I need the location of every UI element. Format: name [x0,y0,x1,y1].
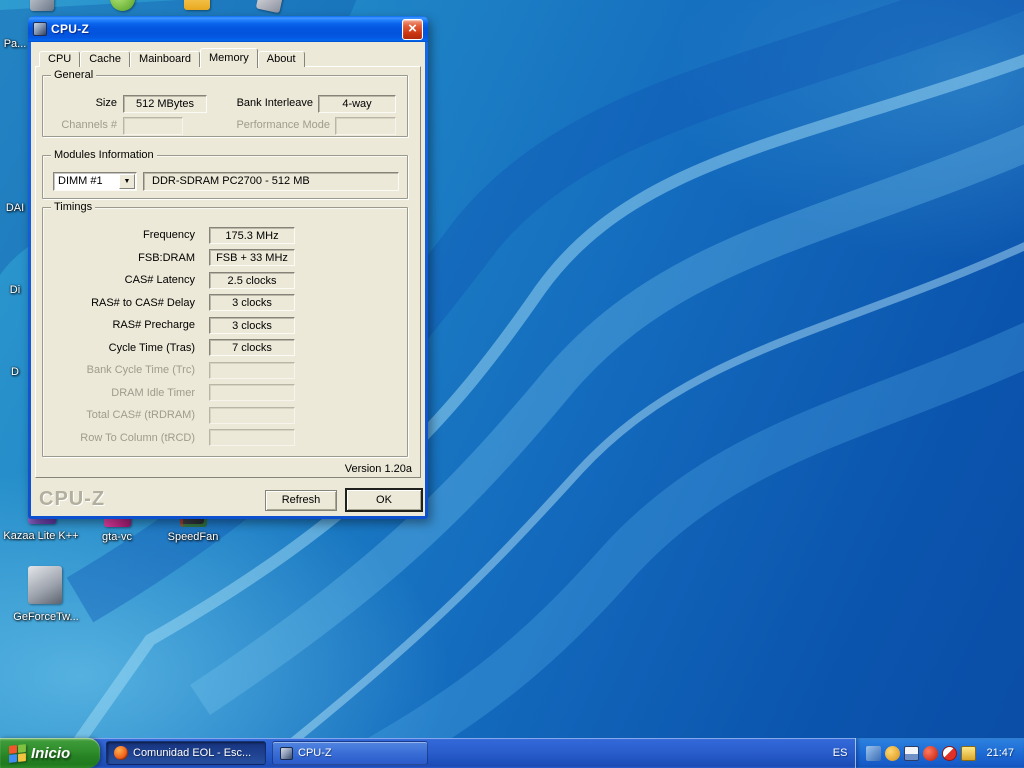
tray-antivirus-icon[interactable] [923,746,938,761]
window-body: CPU Cache Mainboard Memory About General… [31,42,425,516]
desktop-icon-label-partial[interactable]: Pa... [0,38,30,51]
taskbar: Inicio Comunidad EOL - Esc... CPU-Z ES 2… [0,738,1024,768]
timing-label: DRAM Idle Timer [49,387,195,399]
language-indicator[interactable]: ES [825,747,856,759]
timing-row-frequency: Frequency 175.3 MHz [49,224,407,247]
channels-field [123,117,183,135]
system-tray: 21:47 [855,738,1024,768]
timing-row-row-to-column: Row To Column (tRCD) [49,427,407,450]
modules-legend: Modules Information [51,149,157,162]
performance-mode-field [335,117,396,135]
timing-row-cycle-time: Cycle Time (Tras) 7 clocks [49,337,407,360]
timing-rows: Frequency 175.3 MHz FSB:DRAM FSB + 33 MH… [43,208,407,456]
general-group: General Size 512 MBytes Bank Interleave … [42,75,408,137]
desktop-icon-label-partial[interactable]: Di [0,284,30,297]
dimm-selected-value: DIMM #1 [54,174,118,189]
start-button[interactable]: Inicio [0,738,100,768]
timing-label: RAS# Precharge [49,319,195,331]
timings-group: Timings Frequency 175.3 MHz FSB:DRAM FSB… [42,207,408,457]
task-label: Comunidad EOL - Esc... [133,747,251,759]
tab-cpu[interactable]: CPU [39,51,80,67]
close-button[interactable] [402,19,423,40]
tray-display-icon[interactable] [904,746,919,761]
bank-interleave-label: Bank Interleave [209,95,313,112]
timing-label: Bank Cycle Time (Trc) [49,364,195,376]
chevron-down-icon[interactable] [119,174,135,189]
timing-row-dram-idle-timer: DRAM Idle Timer [49,382,407,405]
geforce-tweak-icon[interactable] [28,566,62,604]
tab-strip: CPU Cache Mainboard Memory About [39,48,305,68]
cpuz-app-icon [33,22,47,36]
browser-icon [114,746,128,760]
channels-label: Channels # [47,117,117,134]
timing-field: 175.3 MHz [209,227,295,244]
timing-label: CAS# Latency [49,274,195,286]
timing-field: 3 clocks [209,294,295,311]
gta-vc-icon-label[interactable]: gta-vc [77,531,157,544]
windows-logo-icon [9,744,26,763]
timing-row-total-cas: Total CAS# (tRDRAM) [49,404,407,427]
tray-clock: 21:47 [986,747,1014,759]
geforce-tweak-icon-label[interactable]: GeForceTw... [6,611,86,624]
tray-firewall-icon[interactable] [942,746,957,761]
timing-field: 7 clocks [209,339,295,356]
tray-notes-icon[interactable] [961,746,976,761]
timing-row-bank-cycle-time: Bank Cycle Time (Trc) [49,359,407,382]
dimm-select[interactable]: DIMM #1 [53,172,137,191]
timing-row-cas-latency: CAS# Latency 2.5 clocks [49,269,407,292]
module-info-field: DDR-SDRAM PC2700 - 512 MB [143,172,399,191]
speedfan-icon-label[interactable]: SpeedFan [153,531,233,544]
timing-label: Frequency [49,229,195,241]
title-bar[interactable]: CPU-Z [28,16,428,42]
bank-interleave-field: 4-way [318,95,396,113]
timing-row-ras-precharge: RAS# Precharge 3 clocks [49,314,407,337]
timing-row-ras-to-cas: RAS# to CAS# Delay 3 clocks [49,292,407,315]
memory-tab-panel: General Size 512 MBytes Bank Interleave … [35,66,421,478]
kazaa-icon-label[interactable]: Kazaa Lite K++ [1,530,81,543]
desktop-icon-label-partial[interactable]: D [0,366,30,379]
timing-field: FSB + 33 MHz [209,249,295,266]
timing-label: Row To Column (tRCD) [49,432,195,444]
refresh-button[interactable]: Refresh [265,490,337,511]
timing-label: FSB:DRAM [49,252,195,264]
timing-field: 3 clocks [209,317,295,334]
desktop-icon-label-partial[interactable]: DAI [0,202,30,215]
timing-field [209,362,295,379]
tab-cache[interactable]: Cache [80,51,130,67]
modules-group: Modules Information DIMM #1 DDR-SDRAM PC… [42,155,408,199]
timing-field [209,429,295,446]
cpuz-icon [280,747,293,760]
task-label: CPU-Z [298,747,332,759]
timing-field [209,407,295,424]
mail-icon[interactable] [184,0,210,10]
timing-label: Cycle Time (Tras) [49,342,195,354]
timing-row-fsb-dram: FSB:DRAM FSB + 33 MHz [49,247,407,270]
cpuz-window: CPU-Z CPU Cache Mainboard Memory About G… [28,16,428,519]
tab-about[interactable]: About [258,51,305,67]
version-text: Version 1.20a [345,463,412,475]
cpuz-watermark: CPU-Z [39,488,105,511]
general-legend: General [51,69,96,82]
window-title: CPU-Z [51,22,402,36]
timing-field: 2.5 clocks [209,272,295,289]
timing-field [209,384,295,401]
timing-label: RAS# to CAS# Delay [49,297,195,309]
taskbar-task-comunidad-eol[interactable]: Comunidad EOL - Esc... [106,741,266,765]
start-button-label: Inicio [31,745,70,762]
timing-label: Total CAS# (tRDRAM) [49,409,195,421]
size-label: Size [47,95,117,112]
tab-mainboard[interactable]: Mainboard [130,51,200,67]
taskbar-task-cpuz[interactable]: CPU-Z [272,741,428,765]
desktop-icon-cropped-1[interactable] [30,0,54,11]
tab-memory[interactable]: Memory [200,48,258,68]
size-field: 512 MBytes [123,95,207,113]
tray-update-icon[interactable] [885,746,900,761]
tray-messenger-icon[interactable] [866,746,881,761]
ok-button[interactable]: OK [345,488,423,512]
performance-mode-label: Performance Mode [193,117,330,134]
